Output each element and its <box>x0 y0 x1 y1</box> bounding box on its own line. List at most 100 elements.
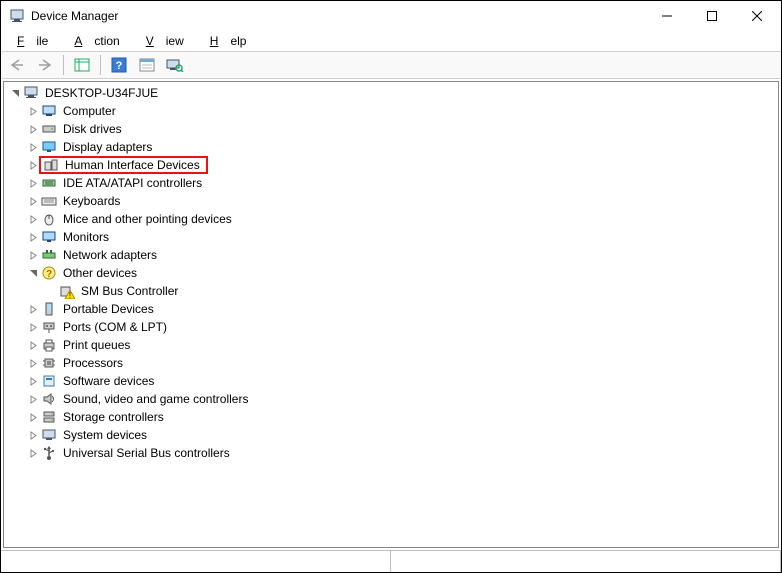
window-buttons <box>644 2 779 30</box>
tree-item[interactable]: Mice and other pointing devices <box>4 210 778 228</box>
tree-item[interactable]: Ports (COM & LPT) <box>4 318 778 336</box>
show-hide-tree-button[interactable] <box>70 54 94 76</box>
tree-expand-icon[interactable] <box>26 392 41 407</box>
tree-item-label: System devices <box>61 426 149 444</box>
ide-icon <box>41 175 57 191</box>
tree-item[interactable]: Software devices <box>4 372 778 390</box>
tree-expand-icon[interactable] <box>26 122 41 137</box>
tree-expand-icon[interactable] <box>26 410 41 425</box>
sound-icon <box>41 391 57 407</box>
tree-item[interactable]: Human Interface Devices <box>4 156 778 174</box>
tree-item-label: Storage controllers <box>61 408 166 426</box>
tree-item-label: Mice and other pointing devices <box>61 210 234 228</box>
tree-item-label: Portable Devices <box>61 300 156 318</box>
print-icon <box>41 337 57 353</box>
tree-item-label: Print queues <box>61 336 132 354</box>
status-bar <box>1 550 781 572</box>
tree-item[interactable]: Portable Devices <box>4 300 778 318</box>
tree-item[interactable]: Print queues <box>4 336 778 354</box>
other-icon: ? <box>41 265 57 281</box>
close-button[interactable] <box>734 2 779 30</box>
keyboard-icon <box>41 193 57 209</box>
tree-expand-icon[interactable] <box>26 176 41 191</box>
tree-expand-icon[interactable] <box>26 374 41 389</box>
tree-item-label: Computer <box>61 102 118 120</box>
tree-expand-icon[interactable] <box>26 104 41 119</box>
app-icon <box>9 8 25 24</box>
tree-item-label: Display adapters <box>61 138 154 156</box>
tree-item-label: Human Interface Devices <box>63 156 202 174</box>
menu-help[interactable]: Help <box>198 32 259 50</box>
toolbar-separator <box>100 55 101 75</box>
status-cell <box>391 551 781 572</box>
monitor-icon <box>41 229 57 245</box>
tree-expand-icon[interactable] <box>26 248 41 263</box>
tree-expand-icon[interactable] <box>26 356 41 371</box>
tree-item[interactable]: Monitors <box>4 228 778 246</box>
tree-item-label: Monitors <box>61 228 111 246</box>
tree-item-label: Universal Serial Bus controllers <box>61 444 232 462</box>
tree-item[interactable]: Processors <box>4 354 778 372</box>
maximize-button[interactable] <box>689 2 734 30</box>
tree-item[interactable]: Disk drives <box>4 120 778 138</box>
tree-expand-icon[interactable] <box>26 320 41 335</box>
tree-item-label: Network adapters <box>61 246 159 264</box>
forward-button[interactable] <box>33 54 57 76</box>
tree-item[interactable]: Display adapters <box>4 138 778 156</box>
tree-item-label: Ports (COM & LPT) <box>61 318 169 336</box>
tree-expand-icon[interactable] <box>26 302 41 317</box>
device-tree[interactable]: DESKTOP-U34FJUEComputerDisk drivesDispla… <box>3 81 779 548</box>
svg-text:!: ! <box>69 291 71 299</box>
tree-item-label: IDE ATA/ATAPI controllers <box>61 174 204 192</box>
tree-item[interactable]: Keyboards <box>4 192 778 210</box>
tree-root[interactable]: DESKTOP-U34FJUE <box>4 84 778 102</box>
tree-expand-icon[interactable] <box>26 194 41 209</box>
tree-expand-icon[interactable] <box>26 446 41 461</box>
tree-collapse-icon[interactable] <box>26 266 41 281</box>
disk-icon <box>41 121 57 137</box>
highlight-box: Human Interface Devices <box>39 156 208 174</box>
tree-expand-icon[interactable] <box>26 212 41 227</box>
properties-button[interactable] <box>135 54 159 76</box>
svg-text:?: ? <box>46 269 52 280</box>
tree-expand-icon[interactable] <box>26 230 41 245</box>
tree-expand-icon[interactable] <box>26 140 41 155</box>
tree-item[interactable]: Computer <box>4 102 778 120</box>
svg-text:?: ? <box>116 60 123 72</box>
tree-item[interactable]: ?Other devices <box>4 264 778 282</box>
network-icon <box>41 247 57 263</box>
tree-expand-icon[interactable] <box>26 428 41 443</box>
hid-icon <box>43 157 59 173</box>
tree-item-label: Processors <box>61 354 125 372</box>
mouse-icon <box>41 211 57 227</box>
tree-item[interactable]: Sound, video and game controllers <box>4 390 778 408</box>
minimize-button[interactable] <box>644 2 689 30</box>
computer-icon <box>23 85 39 101</box>
help-button[interactable]: ? <box>107 54 131 76</box>
window-title: Device Manager <box>31 9 644 23</box>
tree-collapse-icon[interactable] <box>8 86 23 101</box>
tree-item-label: Software devices <box>61 372 156 390</box>
tree-item[interactable]: Network adapters <box>4 246 778 264</box>
display-icon <box>41 139 57 155</box>
menu-view[interactable]: View <box>134 32 196 50</box>
menu-action[interactable]: Action <box>62 32 131 50</box>
menu-file[interactable]: File <box>5 32 60 50</box>
portable-icon <box>41 301 57 317</box>
storage-icon <box>41 409 57 425</box>
scan-hardware-button[interactable] <box>163 54 187 76</box>
warn-icon: ! <box>59 283 75 299</box>
back-button[interactable] <box>5 54 29 76</box>
toolbar: ? <box>1 51 781 79</box>
menu-bar: File Action View Help <box>1 31 781 51</box>
tree-child-item[interactable]: !SM Bus Controller <box>4 282 778 300</box>
tree-item[interactable]: Universal Serial Bus controllers <box>4 444 778 462</box>
toolbar-separator <box>63 55 64 75</box>
system-icon <box>41 427 57 443</box>
tree-item[interactable]: Storage controllers <box>4 408 778 426</box>
tree-item[interactable]: IDE ATA/ATAPI controllers <box>4 174 778 192</box>
tree-expand-icon[interactable] <box>26 338 41 353</box>
tree-item[interactable]: System devices <box>4 426 778 444</box>
tree-item-label: Keyboards <box>61 192 122 210</box>
computer-icon <box>41 103 57 119</box>
